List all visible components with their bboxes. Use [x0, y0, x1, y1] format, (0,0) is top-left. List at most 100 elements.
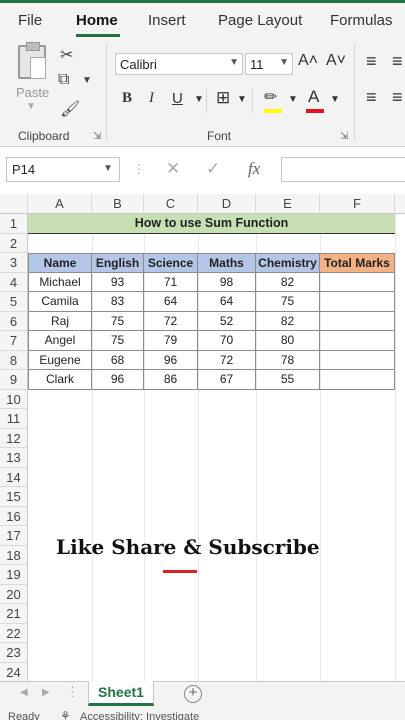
font-name-select[interactable]: Calibri ▼ [115, 53, 243, 75]
row-header[interactable]: 18 [0, 545, 28, 565]
row-header[interactable]: 17 [0, 526, 28, 546]
table-cell-maths[interactable]: 67 [198, 370, 256, 390]
header-cell-english[interactable]: English [92, 253, 144, 273]
table-cell-chemistry[interactable]: 78 [256, 350, 320, 370]
font-launcher-icon[interactable]: ⇲ [340, 131, 348, 142]
table-cell-total-marks[interactable] [320, 292, 395, 312]
table-cell-chemistry[interactable]: 80 [256, 331, 320, 351]
table-cell-english[interactable]: 83 [92, 292, 144, 312]
column-header-b[interactable]: B [92, 194, 144, 214]
insert-function-icon[interactable]: fx [248, 159, 260, 179]
name-box[interactable]: P14 ▼ [6, 157, 120, 182]
underline-button[interactable]: U [172, 90, 183, 107]
row-header[interactable]: 8 [0, 350, 28, 370]
select-all-corner[interactable] [0, 194, 28, 214]
row-header[interactable]: 12 [0, 428, 28, 448]
paste-label[interactable]: Paste [16, 85, 49, 100]
row-header[interactable]: 19 [0, 565, 28, 585]
table-cell-name[interactable]: Raj [28, 311, 92, 331]
font-color-dropdown-icon[interactable]: ▼ [330, 94, 340, 105]
column-header-c[interactable]: C [144, 194, 198, 214]
table-cell-total-marks[interactable] [320, 272, 395, 292]
status-accessibility[interactable]: Accessibility: Investigate [80, 711, 199, 720]
row-header[interactable]: 2 [0, 233, 28, 253]
table-cell-science[interactable]: 86 [144, 370, 198, 390]
enter-icon[interactable]: ✓ [206, 159, 220, 179]
table-cell-name[interactable]: Angel [28, 331, 92, 351]
row-header[interactable]: 7 [0, 331, 28, 351]
paste-icon[interactable] [18, 42, 46, 79]
row-header[interactable]: 15 [0, 487, 28, 507]
table-cell-chemistry[interactable]: 55 [256, 370, 320, 390]
shrink-font-button[interactable]: A˅ [326, 52, 346, 70]
align-center-icon[interactable]: ≡ [392, 87, 403, 108]
row-header[interactable]: 11 [0, 409, 28, 429]
copy-icon[interactable]: ⧉ [58, 71, 69, 89]
table-cell-maths[interactable]: 52 [198, 311, 256, 331]
header-cell-maths[interactable]: Maths [198, 253, 256, 273]
table-cell-total-marks[interactable] [320, 311, 395, 331]
font-color-icon[interactable]: A [308, 87, 319, 107]
copy-dropdown-icon[interactable]: ▼ [82, 75, 92, 86]
table-cell-name[interactable]: Camila [28, 292, 92, 312]
sheet-tab-sheet1[interactable]: Sheet1 [88, 681, 154, 706]
table-cell-name[interactable]: Clark [28, 370, 92, 390]
column-header-e[interactable]: E [256, 194, 320, 214]
tab-home[interactable]: Home [76, 12, 118, 29]
row-header[interactable]: 1 [0, 214, 28, 234]
row-header[interactable]: 21 [0, 604, 28, 624]
table-cell-maths[interactable]: 98 [198, 272, 256, 292]
header-cell-name[interactable]: Name [28, 253, 92, 273]
cancel-icon[interactable]: ✕ [166, 159, 180, 179]
header-cell-total-marks[interactable]: Total Marks [320, 253, 395, 273]
table-cell-science[interactable]: 71 [144, 272, 198, 292]
next-sheet-icon[interactable]: ▶ [42, 687, 50, 698]
italic-button[interactable]: I [149, 90, 154, 107]
column-header-a[interactable]: A [28, 194, 92, 214]
row-header[interactable]: 14 [0, 467, 28, 487]
row-header[interactable]: 10 [0, 389, 28, 409]
row-header[interactable]: 13 [0, 448, 28, 468]
more-sheets-icon[interactable]: ⋮ [66, 684, 79, 700]
row-header[interactable]: 24 [0, 662, 28, 682]
cut-icon[interactable]: ✂ [60, 45, 73, 65]
format-painter-icon[interactable]: 🖌 [60, 99, 80, 119]
row-header[interactable]: 9 [0, 370, 28, 390]
table-cell-english[interactable]: 93 [92, 272, 144, 292]
fill-color-icon[interactable]: ✏ [264, 87, 277, 107]
row-header[interactable]: 4 [0, 272, 28, 292]
align-middle-icon[interactable]: ≡ [392, 51, 403, 72]
table-cell-science[interactable]: 72 [144, 311, 198, 331]
paste-chevron-icon[interactable]: ▼ [26, 101, 36, 112]
row-header[interactable]: 20 [0, 584, 28, 604]
clipboard-launcher-icon[interactable]: ⇲ [93, 131, 101, 142]
table-cell-science[interactable]: 64 [144, 292, 198, 312]
sheet-title-cell[interactable]: How to use Sum Function [28, 214, 395, 234]
align-top-icon[interactable]: ≡ [366, 51, 377, 72]
row-header[interactable]: 23 [0, 643, 28, 663]
column-header-f[interactable]: F [320, 194, 395, 214]
table-cell-total-marks[interactable] [320, 370, 395, 390]
table-cell-maths[interactable]: 64 [198, 292, 256, 312]
font-size-select[interactable]: 11 ▼ [245, 53, 293, 75]
add-sheet-icon[interactable]: + [184, 685, 202, 703]
tab-formulas[interactable]: Formulas [330, 12, 393, 29]
table-cell-maths[interactable]: 70 [198, 331, 256, 351]
table-cell-science[interactable]: 96 [144, 350, 198, 370]
table-cell-total-marks[interactable] [320, 350, 395, 370]
table-cell-chemistry[interactable]: 75 [256, 292, 320, 312]
table-cell-science[interactable]: 79 [144, 331, 198, 351]
align-left-icon[interactable]: ≡ [366, 87, 377, 108]
table-cell-total-marks[interactable] [320, 331, 395, 351]
table-cell-english[interactable]: 75 [92, 311, 144, 331]
grow-font-button[interactable]: A˄ [298, 52, 318, 70]
table-cell-english[interactable]: 96 [92, 370, 144, 390]
underline-dropdown-icon[interactable]: ▼ [194, 94, 204, 105]
row-header[interactable]: 5 [0, 292, 28, 312]
tab-page-layout[interactable]: Page Layout [218, 12, 302, 29]
table-cell-english[interactable]: 68 [92, 350, 144, 370]
table-cell-chemistry[interactable]: 82 [256, 311, 320, 331]
prev-sheet-icon[interactable]: ◀ [20, 687, 28, 698]
borders-dropdown-icon[interactable]: ▼ [237, 94, 247, 105]
table-cell-maths[interactable]: 72 [198, 350, 256, 370]
